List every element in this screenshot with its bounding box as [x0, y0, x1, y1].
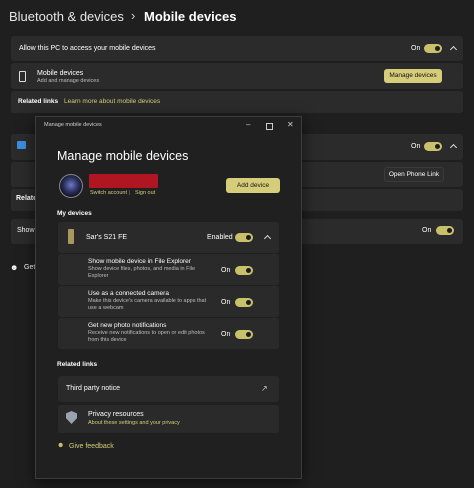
open-external-icon: ↗: [261, 384, 268, 393]
dialog-heading: Manage mobile devices: [57, 149, 189, 163]
option-desc: from this device: [88, 337, 127, 343]
breadcrumb-separator: ›: [131, 8, 136, 23]
give-feedback-link[interactable]: Give feedback: [69, 443, 114, 450]
mobile-devices-label: Mobile devices: [37, 70, 84, 77]
allow-access-state: On: [411, 45, 421, 52]
link-divider: |: [129, 190, 131, 196]
show-state: On: [422, 227, 432, 234]
option-title: Use as a connected camera: [88, 290, 169, 297]
chevron-up-icon[interactable]: [449, 45, 458, 54]
device-toggle[interactable]: [235, 233, 253, 242]
get-partial-link[interactable]: Get: [24, 264, 35, 271]
device-state: Enabled: [207, 234, 233, 241]
shield-icon: [66, 411, 77, 424]
phone-icon: [68, 229, 74, 244]
option-title: Show mobile device in File Explorer: [88, 258, 191, 265]
phone-icon: [19, 71, 26, 82]
open-phone-link-button[interactable]: Open Phone Link: [384, 167, 444, 182]
phone-link-toggle[interactable]: [424, 142, 442, 151]
option-desc: Make this device's camera available to a…: [88, 298, 207, 304]
redacted-account-name: [89, 174, 158, 188]
learn-more-link[interactable]: Learn more about mobile devices: [64, 98, 160, 105]
my-devices-label: My devices: [57, 210, 92, 217]
privacy-title: Privacy resources: [88, 411, 144, 418]
third-party-notice-row[interactable]: Third party notice ↗: [58, 376, 279, 402]
dialog-titlebar: Manage mobile devices – ✕: [36, 117, 301, 134]
allow-access-toggle[interactable]: [424, 44, 442, 53]
third-party-notice-label: Third party notice: [66, 385, 121, 392]
option-file-explorer: Show mobile device in File Explorer Show…: [58, 254, 279, 285]
manage-devices-button[interactable]: Manage devices: [384, 69, 442, 83]
maximize-icon[interactable]: [266, 123, 273, 130]
mobile-devices-sub: Add and manage devices: [37, 78, 100, 84]
sign-out-link[interactable]: Sign out: [135, 190, 155, 196]
option-desc: Receive new notifications to open or edi…: [88, 330, 205, 336]
related-links-partial: Relate: [16, 195, 38, 202]
photo-notifications-toggle[interactable]: [235, 330, 253, 339]
option-connected-camera: Use as a connected camera Make this devi…: [58, 286, 279, 317]
option-photo-notifications: Get new photo notifications Receive new …: [58, 318, 279, 349]
page-title: Mobile devices: [144, 9, 237, 24]
mobile-devices-row: Mobile devices Add and manage devices Ma…: [11, 63, 463, 89]
dialog-related-links-label: Related links: [57, 361, 98, 368]
option-desc: Show device files, photos, and media in …: [88, 266, 196, 272]
privacy-link[interactable]: About these settings and your privacy: [88, 420, 180, 426]
option-state: On: [221, 331, 231, 338]
breadcrumb-parent[interactable]: Bluetooth & devices: [9, 9, 124, 24]
feedback-icon: ☻: [10, 263, 19, 272]
option-state: On: [221, 299, 231, 306]
minimize-icon[interactable]: –: [246, 120, 250, 129]
avatar: [59, 174, 83, 198]
option-desc: use a webcam: [88, 305, 124, 311]
dialog-window-title: Manage mobile devices: [44, 122, 102, 128]
allow-access-label: Allow this PC to access your mobile devi…: [19, 45, 156, 52]
related-links-row: Related links Learn more about mobile de…: [11, 91, 463, 113]
close-icon[interactable]: ✕: [287, 120, 294, 129]
related-links-label: Related links: [18, 98, 59, 105]
chevron-up-icon[interactable]: [263, 234, 272, 243]
device-name: Sar's S21 FE: [86, 234, 128, 241]
camera-toggle[interactable]: [235, 298, 253, 307]
show-toggle[interactable]: [436, 226, 454, 235]
feedback-icon: ☻: [57, 442, 65, 449]
privacy-resources-row: Privacy resources About these settings a…: [58, 405, 279, 433]
phone-link-state: On: [411, 143, 421, 150]
option-title: Get new photo notifications: [88, 322, 167, 329]
option-desc: Explorer: [88, 273, 109, 279]
device-card[interactable]: Sar's S21 FE Enabled: [58, 222, 279, 253]
switch-account-link[interactable]: Switch account: [90, 190, 127, 196]
option-state: On: [221, 267, 231, 274]
file-explorer-toggle[interactable]: [235, 266, 253, 275]
show-partial-label: Show: [17, 227, 35, 234]
chevron-up-icon[interactable]: [449, 143, 458, 152]
add-device-button[interactable]: Add device: [226, 178, 280, 193]
phone-link-icon: [17, 141, 26, 149]
allow-access-row: Allow this PC to access your mobile devi…: [11, 36, 463, 61]
manage-devices-dialog: Manage mobile devices – ✕ Manage mobile …: [35, 116, 302, 479]
